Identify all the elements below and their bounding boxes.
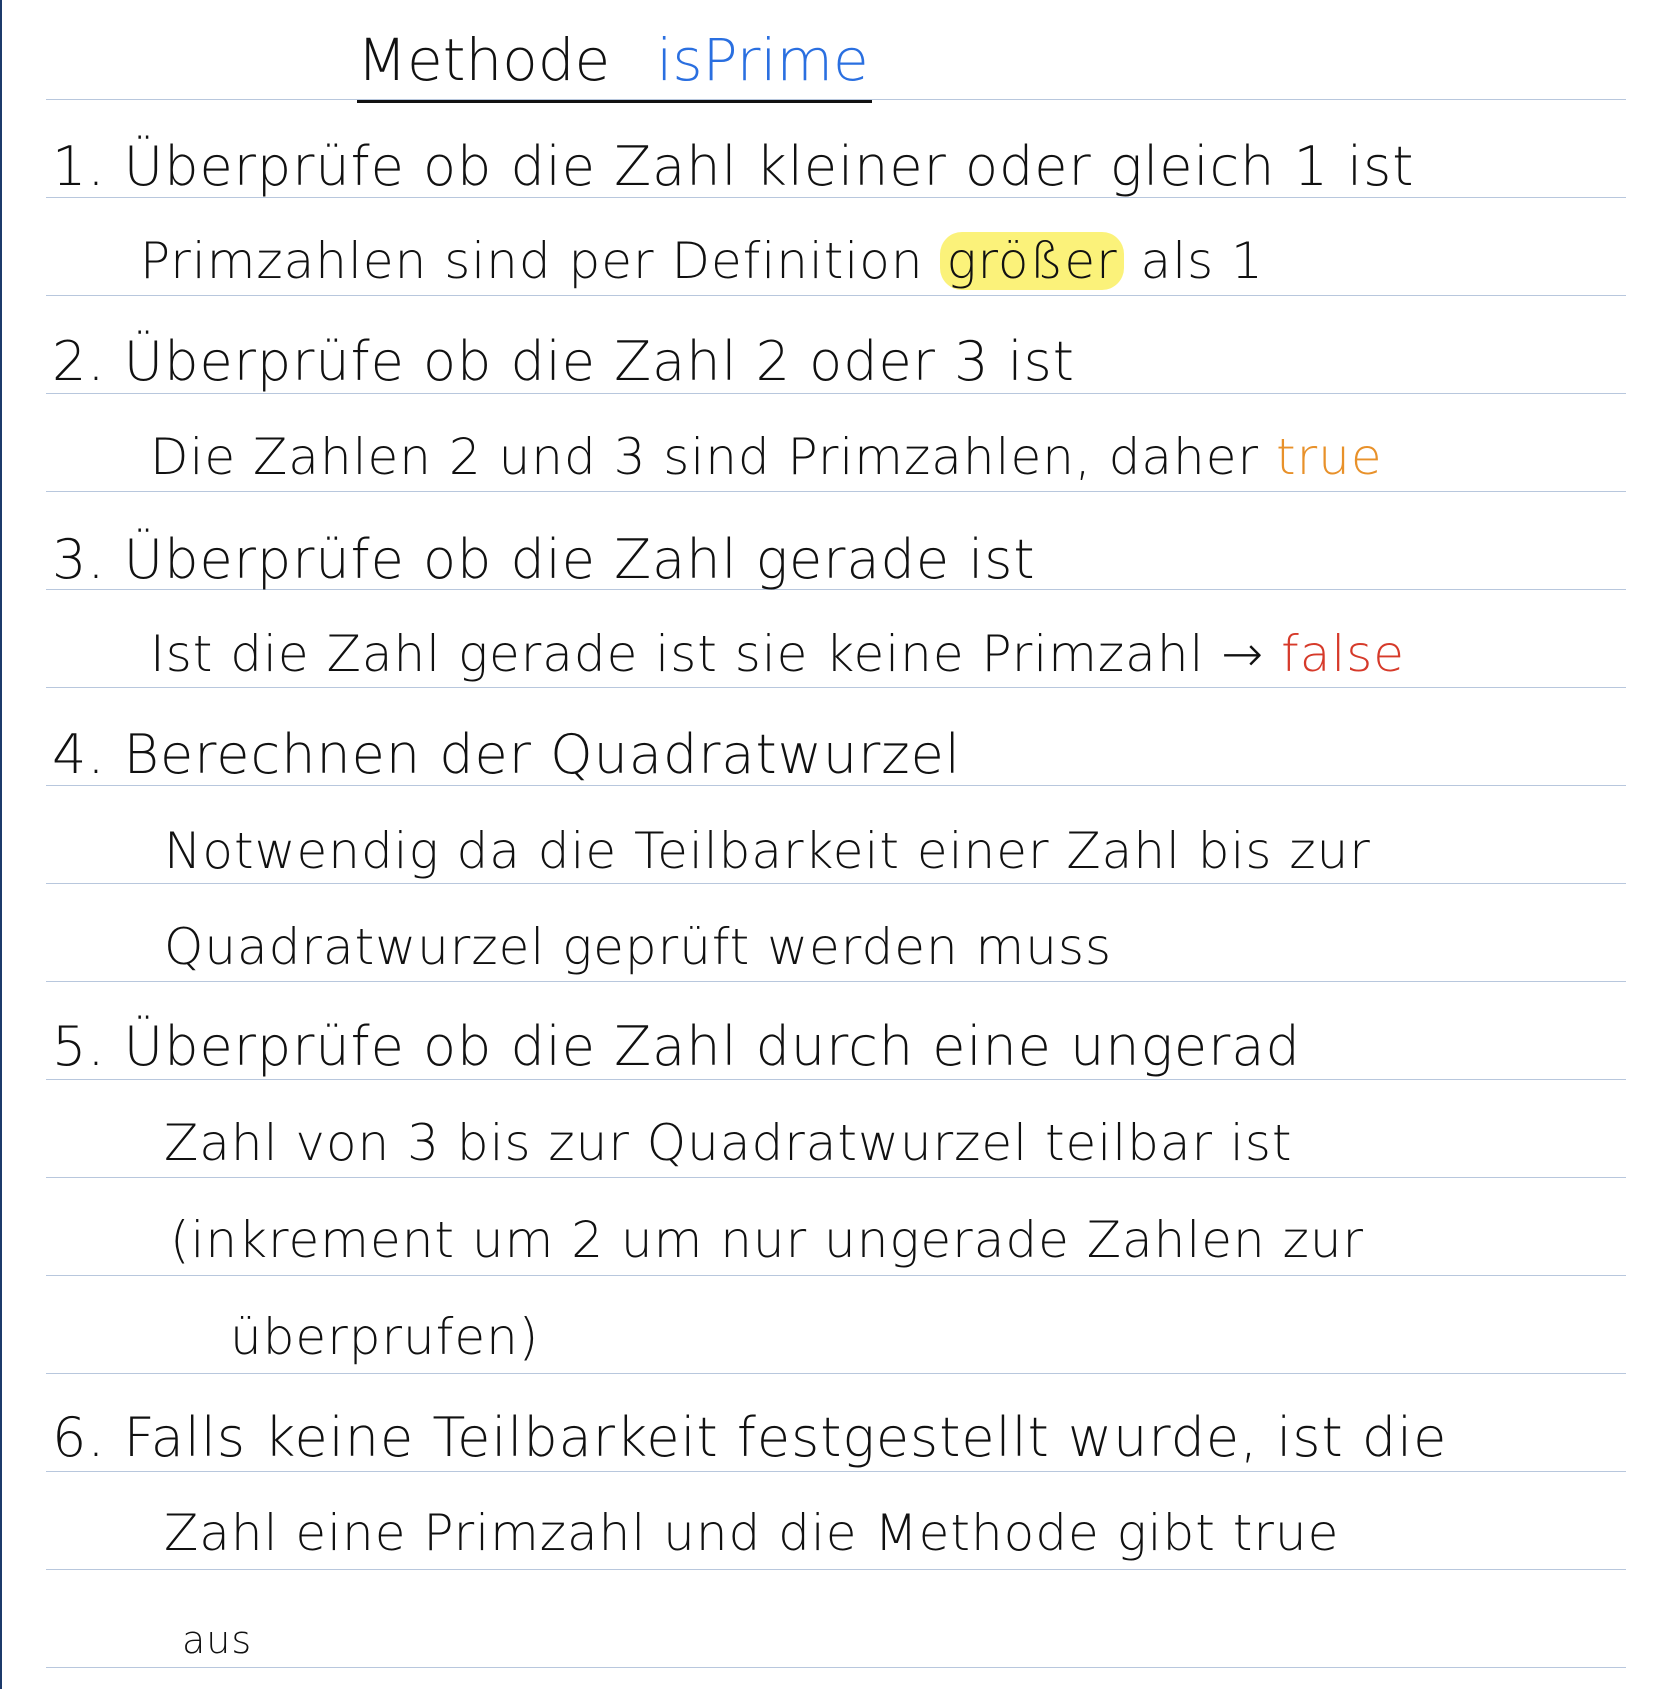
ruled-line bbox=[46, 1177, 1626, 1178]
step-5-line-4: überprufen) bbox=[230, 1308, 540, 1366]
ruled-line bbox=[46, 883, 1626, 884]
true-keyword: true bbox=[1275, 428, 1383, 486]
step-4-line-3: Quadratwurzel geprüft werden muss bbox=[164, 918, 1113, 976]
step-1-line-1: 1. Überprüfe ob die Zahl kleiner oder gl… bbox=[52, 135, 1415, 198]
ruled-line bbox=[46, 295, 1626, 296]
title-prefix: Methode bbox=[357, 26, 611, 94]
highlighted-word: größer bbox=[940, 232, 1124, 290]
false-keyword: false bbox=[1281, 625, 1406, 683]
step-3-line-2: Ist die Zahl gerade ist sie keine Primza… bbox=[150, 625, 1405, 683]
notebook-page: Methode isPrime 1. Überprüfe ob die Zahl… bbox=[0, 0, 1668, 1689]
step-4-line-2: Notwendig da die Teilbarkeit einer Zahl … bbox=[164, 822, 1371, 880]
step-3-line-1: 3. Überprüfe ob die Zahl gerade ist bbox=[52, 528, 1036, 591]
ruled-line bbox=[46, 491, 1626, 492]
ruled-line bbox=[46, 1471, 1626, 1472]
ruled-line bbox=[46, 1079, 1626, 1080]
step-6-line-2: Zahl eine Primzahl und die Methode gibt … bbox=[164, 1504, 1340, 1562]
title-method-name: isPrime bbox=[656, 26, 869, 94]
ruled-line bbox=[46, 393, 1626, 394]
ruled-line bbox=[46, 1569, 1626, 1570]
ruled-line bbox=[46, 1667, 1626, 1668]
ruled-line bbox=[46, 687, 1626, 688]
page-title: Methode isPrime bbox=[357, 26, 869, 106]
step-5-line-3: (inkrement um 2 um nur ungerade Zahlen z… bbox=[170, 1211, 1365, 1269]
title-underline bbox=[357, 100, 872, 103]
ruled-line bbox=[46, 981, 1626, 982]
step-5-line-1: 5. Überprüfe ob die Zahl durch eine unge… bbox=[52, 1015, 1301, 1078]
step-4-line-1: 4. Berechnen der Quadratwurzel bbox=[52, 723, 961, 786]
step-1-line-2-end: als 1 bbox=[1123, 232, 1264, 290]
ruled-line bbox=[46, 1373, 1626, 1374]
step-3-line-2-text: Ist die Zahl gerade ist sie keine Primza… bbox=[150, 625, 1282, 683]
step-6-line-1: 6. Falls keine Teilbarkeit festgestellt … bbox=[52, 1406, 1448, 1469]
step-2-line-2-text: Die Zahlen 2 und 3 sind Primzahlen, dahe… bbox=[150, 428, 1276, 486]
step-5-line-2: Zahl von 3 bis zur Quadratwurzel teilbar… bbox=[164, 1114, 1293, 1172]
step-6-line-3: aus bbox=[182, 1618, 253, 1662]
step-2-line-1: 2. Überprüfe ob die Zahl 2 oder 3 ist bbox=[52, 330, 1075, 393]
step-2-line-2: Die Zahlen 2 und 3 sind Primzahlen, dahe… bbox=[150, 428, 1383, 486]
step-1-line-2: Primzahlen sind per Definition größer al… bbox=[140, 232, 1264, 290]
ruled-line bbox=[46, 1275, 1626, 1276]
step-1-line-2-text: Primzahlen sind per Definition bbox=[140, 232, 941, 290]
